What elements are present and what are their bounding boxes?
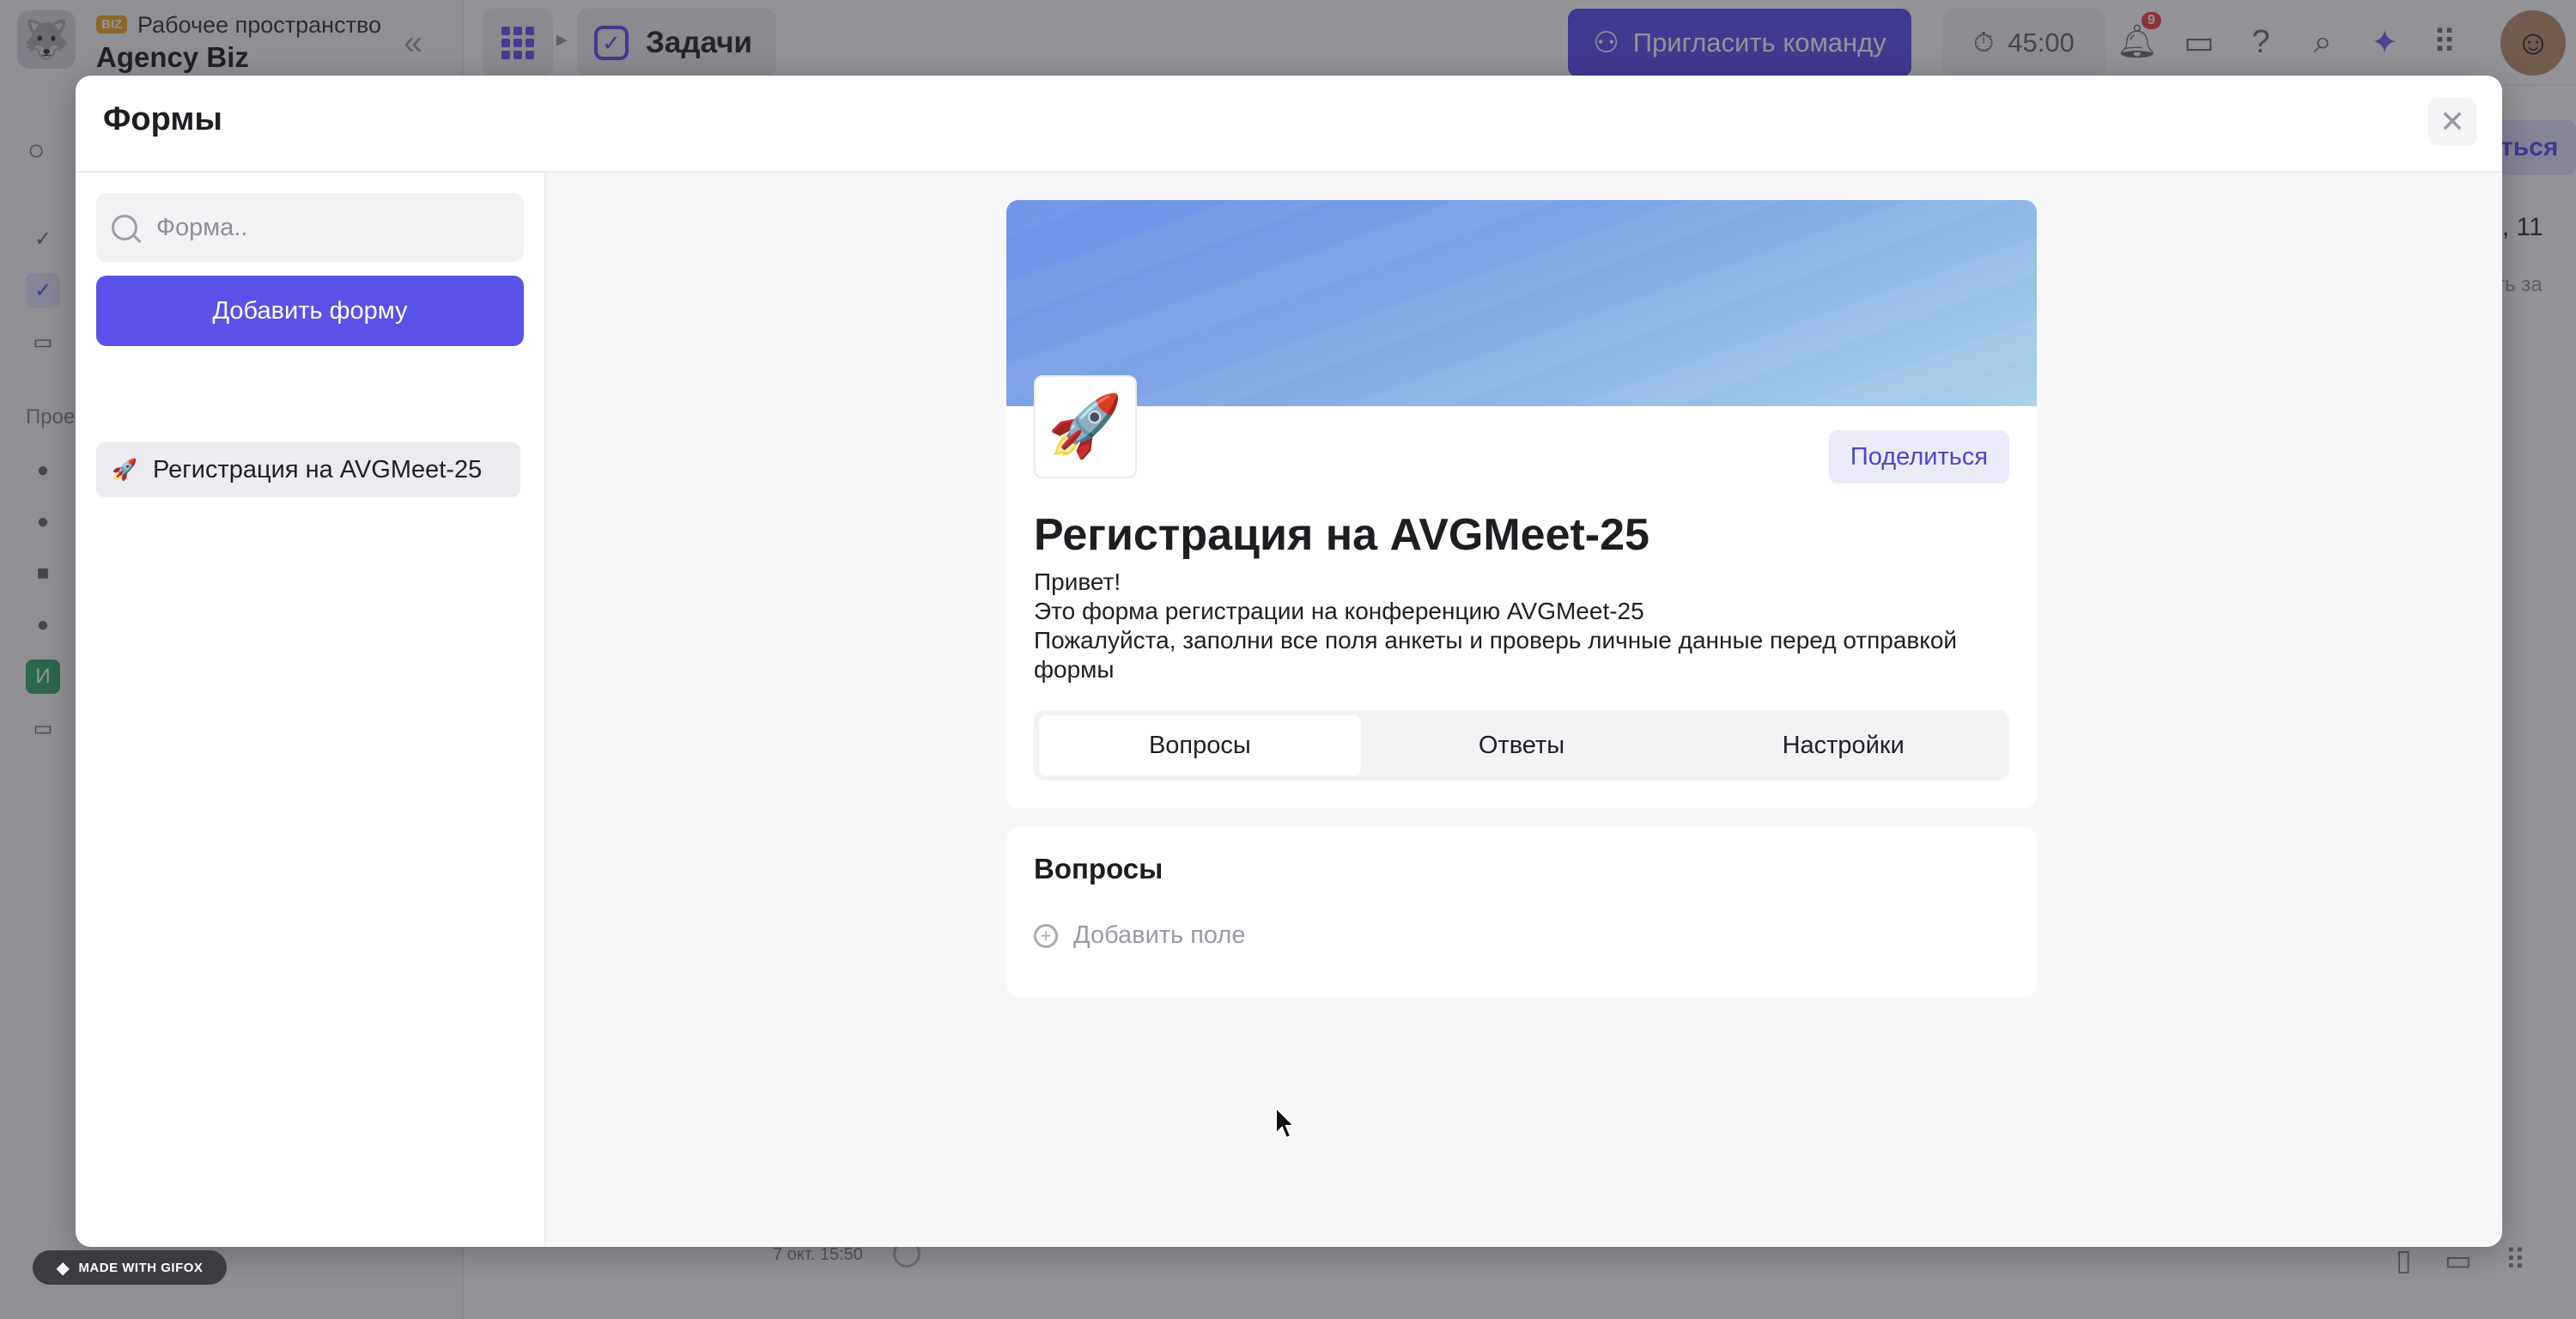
form-icon[interactable]: 🚀 bbox=[1034, 375, 1137, 478]
modal-header: Формы ✕ bbox=[76, 76, 2502, 173]
forms-modal: Формы ✕ Добавить форму 🚀 Регистрация на … bbox=[76, 76, 2502, 1247]
questions-title: Вопросы bbox=[1034, 853, 1163, 884]
form-list-item-label: Регистрация на AVGMeet-25 bbox=[153, 455, 483, 483]
form-search-field[interactable] bbox=[96, 193, 524, 262]
plus-circle-icon: + bbox=[1034, 923, 1058, 948]
close-button[interactable]: ✕ bbox=[2428, 98, 2476, 146]
form-title[interactable]: Регистрация на AVGMeet-25 bbox=[1034, 509, 1649, 561]
form-search-input[interactable] bbox=[156, 213, 500, 242]
form-header-card: 🚀 Поделиться Регистрация на AVGMeet-25 П… bbox=[1006, 200, 2037, 808]
form-description-line: Привет! bbox=[1034, 568, 1121, 595]
watermark-label: MADE WITH GIFOX bbox=[78, 1260, 204, 1275]
form-cover-image[interactable] bbox=[1006, 200, 2037, 406]
questions-card: Вопросы + Добавить поле bbox=[1006, 827, 2037, 997]
close-icon: ✕ bbox=[2439, 104, 2466, 139]
tab-settings[interactable]: Настройки bbox=[1682, 715, 2004, 775]
form-description-line: Это форма регистрации на конференцию AVG… bbox=[1034, 598, 1644, 624]
forms-sidebar: Добавить форму 🚀 Регистрация на AVGMeet-… bbox=[76, 173, 546, 1247]
form-list-item[interactable]: 🚀 Регистрация на AVGMeet-25 bbox=[96, 442, 520, 497]
form-editor: 🚀 Поделиться Регистрация на AVGMeet-25 П… bbox=[546, 173, 2502, 1247]
form-tabs: Вопросы Ответы Настройки bbox=[1034, 710, 2009, 781]
search-icon bbox=[112, 215, 137, 240]
form-description[interactable]: Привет! Это форма регистрации на конфере… bbox=[1034, 568, 1978, 684]
form-description-line: Пожалуйста, заполни все поля анкеты и пр… bbox=[1034, 627, 1964, 683]
add-field-label: Добавить поле bbox=[1073, 921, 1246, 949]
rocket-icon: 🚀 bbox=[1048, 392, 1123, 459]
rocket-icon: 🚀 bbox=[112, 458, 137, 482]
add-form-button[interactable]: Добавить форму bbox=[96, 276, 524, 346]
tab-answers[interactable]: Ответы bbox=[1361, 715, 1683, 775]
modal-title: Формы bbox=[103, 101, 222, 137]
fox-icon: ◆ bbox=[56, 1258, 70, 1278]
share-button[interactable]: Поделиться bbox=[1829, 430, 2009, 483]
gifox-watermark: ◆ MADE WITH GIFOX bbox=[33, 1250, 227, 1285]
tab-questions[interactable]: Вопросы bbox=[1039, 715, 1361, 775]
add-field-button[interactable]: + Добавить поле bbox=[1034, 921, 1245, 950]
